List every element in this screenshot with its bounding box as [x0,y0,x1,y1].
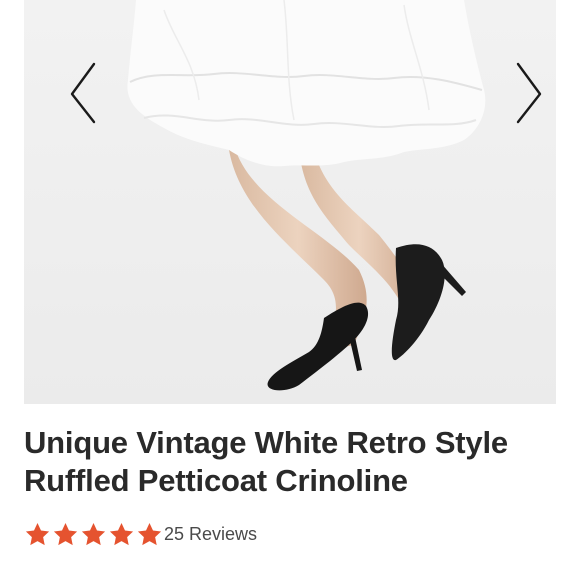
gallery-next-button[interactable] [508,58,548,128]
product-title: Unique Vintage White Retro Style Ruffled… [24,424,564,500]
product-title-line1: Unique Vintage White Retro Style [24,425,508,460]
star-icon [109,522,134,545]
product-image-gallery[interactable] [24,0,556,404]
gallery-prev-button[interactable] [66,58,106,128]
star-icon [81,522,106,545]
product-title-line2: Ruffled Petticoat Crinoline [24,463,408,498]
chevron-right-icon [516,62,542,124]
reviews-link[interactable]: 25 Reviews [164,524,257,545]
star-rating[interactable] [24,521,164,548]
rating-row: 25 Reviews [24,518,257,550]
star-icon [137,522,162,545]
product-page: Unique Vintage White Retro Style Ruffled… [0,0,580,580]
chevron-left-icon [70,62,96,124]
star-icon [53,522,78,545]
star-icon [25,522,50,545]
